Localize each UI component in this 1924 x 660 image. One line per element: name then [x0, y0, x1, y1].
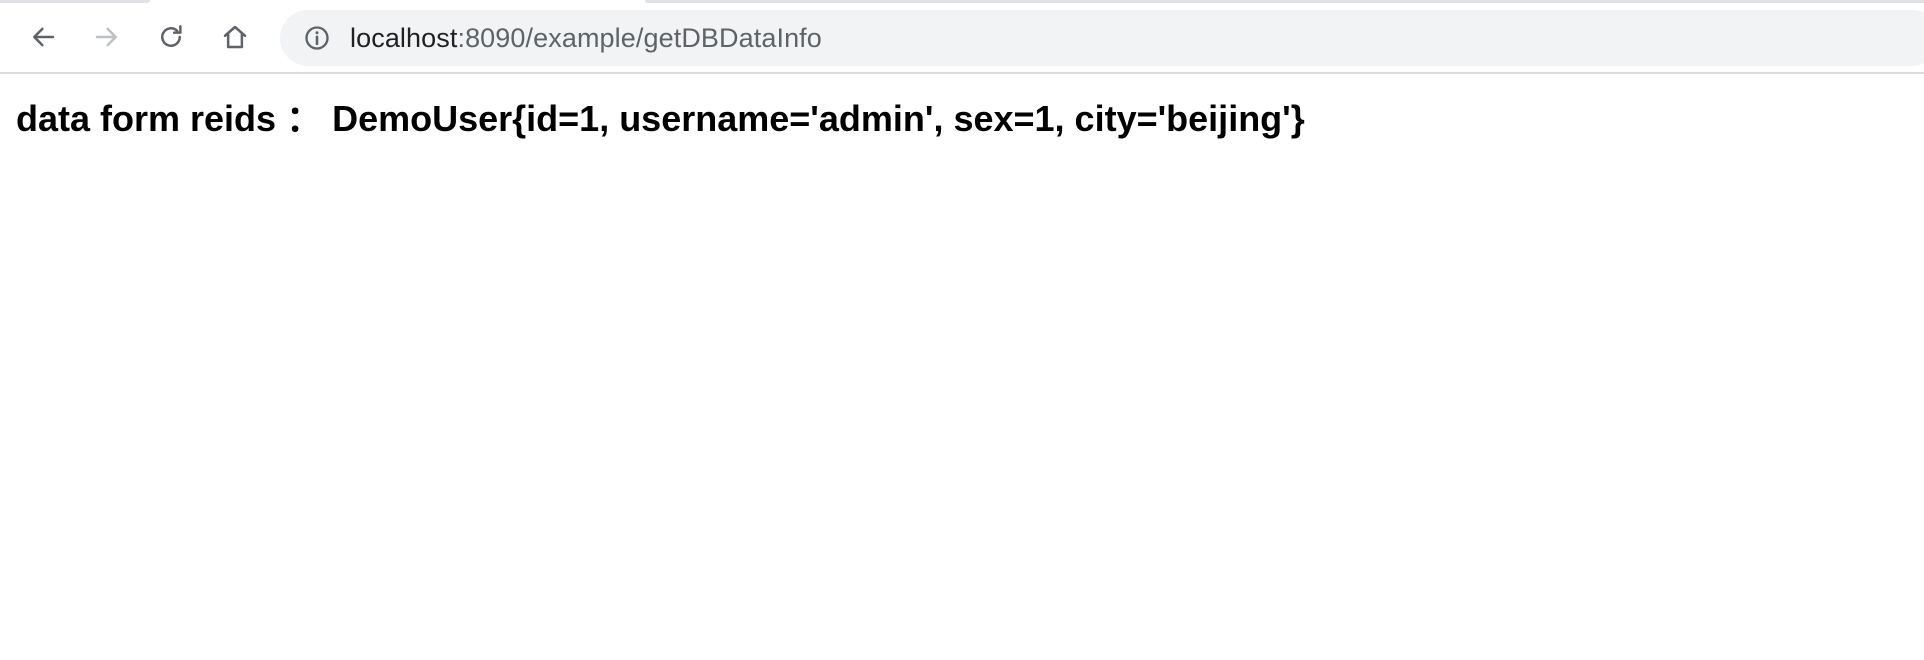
forward-button[interactable] [87, 17, 127, 57]
reload-button[interactable] [151, 17, 191, 57]
tab-strip-right [645, 0, 1924, 3]
home-button[interactable] [215, 17, 255, 57]
arrow-right-icon [95, 27, 117, 47]
info-circle-icon [305, 26, 329, 50]
url-host: localhost [350, 22, 458, 53]
back-button[interactable] [23, 17, 63, 57]
reload-icon [161, 25, 182, 47]
arrow-left-icon [33, 27, 55, 47]
page-content: data form reids ： DemoUser{id=1, usernam… [16, 96, 1924, 142]
url-path: :8090/example/getDBDataInfo [457, 22, 822, 53]
home-icon [223, 25, 247, 49]
tab-strip-left [0, 0, 150, 3]
response-text: data form reids ： DemoUser{id=1, usernam… [16, 98, 1305, 139]
address-bar[interactable]: localhost:8090/example/getDBDataInfo [280, 10, 1924, 66]
url-text[interactable]: localhost:8090/example/getDBDataInfo [350, 23, 822, 54]
site-info-button[interactable] [302, 23, 332, 53]
browser-toolbar: localhost:8090/example/getDBDataInfo [0, 4, 1924, 74]
